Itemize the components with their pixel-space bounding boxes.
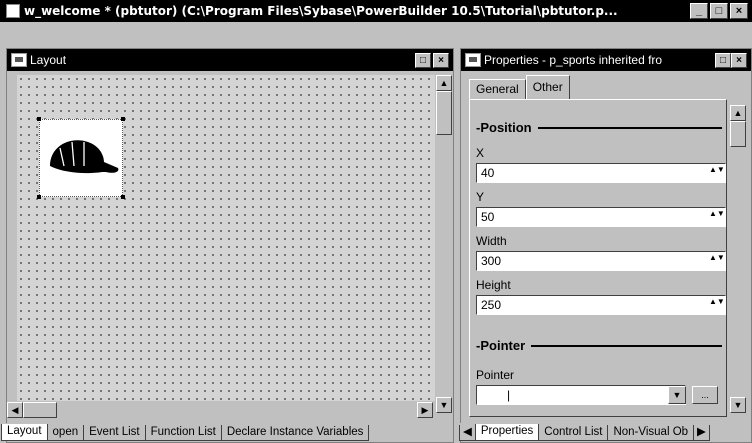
resize-handle-se[interactable] xyxy=(121,195,125,199)
pointer-combobox[interactable]: | xyxy=(476,385,686,405)
prop-scroll-down-button[interactable]: ▼ xyxy=(730,397,746,413)
width-spinner[interactable]: ▲▼ xyxy=(709,254,725,268)
layout-pane: Layout □ × ▲ ▼ ◀ ▶ Layout open Event Lis… xyxy=(1,48,454,443)
maximize-button[interactable]: □ xyxy=(710,3,728,19)
width-label: Width xyxy=(476,234,507,248)
x-spinner[interactable]: ▲▼ xyxy=(709,166,725,180)
layout-canvas[interactable] xyxy=(17,75,435,413)
layout-pane-header[interactable]: Layout □ × xyxy=(7,49,453,71)
window-titlebar[interactable]: w_welcome * (pbtutor) (C:\Program Files\… xyxy=(0,0,752,22)
y-value: 50 xyxy=(481,210,495,224)
height-value: 250 xyxy=(481,298,502,312)
scroll-down-button[interactable]: ▼ xyxy=(436,397,452,413)
close-button[interactable]: × xyxy=(730,3,748,19)
properties-maximize-button[interactable]: □ xyxy=(715,52,731,68)
tab-open[interactable]: open xyxy=(46,425,85,441)
tab-general[interactable]: General xyxy=(469,79,526,99)
y-spinner[interactable]: ▲▼ xyxy=(709,210,725,224)
pointer-label: Pointer xyxy=(476,368,515,382)
properties-body: - Position X 40 ▲▼ Y 50 ▲▼ Width 300 ▲▼ … xyxy=(469,99,727,417)
x-field[interactable]: 40 ▲▼ xyxy=(476,163,726,183)
layout-pane-title: Layout xyxy=(30,53,67,67)
window-icon xyxy=(6,4,20,18)
tab-declare-instance-variables[interactable]: Declare Instance Variables xyxy=(220,425,370,441)
properties-close-button[interactable]: × xyxy=(731,52,747,68)
tab-function-list[interactable]: Function List xyxy=(144,425,222,441)
scroll-left-button[interactable]: ◀ xyxy=(7,402,23,418)
properties-pane-title: Properties - p_sports inherited fro xyxy=(484,53,663,67)
layout-vertical-scrollbar[interactable]: ▲ ▼ xyxy=(435,75,453,413)
baseball-cap-icon xyxy=(50,140,119,174)
properties-vertical-scrollbar[interactable]: ▲ ▼ xyxy=(729,105,747,417)
tab-non-visual-objects[interactable]: Non-Visual Ob xyxy=(607,425,695,441)
tab-other[interactable]: Other xyxy=(525,75,570,99)
tab-control-list[interactable]: Control List xyxy=(538,425,609,441)
y-label: Y xyxy=(476,190,485,204)
resize-handle-ne[interactable] xyxy=(121,117,125,121)
layout-bottom-tabs: Layout open Event List Function List Dec… xyxy=(1,423,370,441)
layout-pane-icon xyxy=(11,53,27,67)
y-field[interactable]: 50 ▲▼ xyxy=(476,207,726,227)
height-spinner[interactable]: ▲▼ xyxy=(709,298,725,312)
picture-control[interactable] xyxy=(39,119,123,197)
properties-pane-icon xyxy=(465,53,481,67)
width-field[interactable]: 300 ▲▼ xyxy=(476,251,726,271)
pointer-browse-button[interactable]: ... xyxy=(692,386,718,404)
minimize-button[interactable]: _ xyxy=(690,3,708,19)
properties-tabs: General Other xyxy=(469,75,570,99)
scroll-up-button[interactable]: ▲ xyxy=(436,75,452,91)
section-divider xyxy=(531,344,722,347)
scroll-thumb[interactable] xyxy=(436,91,452,135)
width-value: 300 xyxy=(481,254,502,268)
layout-maximize-button[interactable]: □ xyxy=(415,52,431,68)
window-title: w_welcome * (pbtutor) (C:\Program Files\… xyxy=(24,4,618,18)
resize-handle-sw[interactable] xyxy=(37,195,41,199)
height-field[interactable]: 250 ▲▼ xyxy=(476,295,726,315)
pointer-dropdown-arrow[interactable]: ▼ xyxy=(668,386,686,404)
tab-scroll-left-icon[interactable]: ◀ xyxy=(459,425,476,441)
tab-layout[interactable]: Layout xyxy=(1,424,48,441)
section-position[interactable]: - Position xyxy=(476,120,722,135)
layout-horizontal-scrollbar[interactable]: ◀ ▶ xyxy=(7,401,435,419)
properties-bottom-tabs: ◀ Properties Control List Non-Visual Ob … xyxy=(459,423,710,441)
x-label: X xyxy=(476,146,485,160)
prop-scroll-thumb[interactable] xyxy=(730,121,746,147)
toolbar-strip xyxy=(0,22,752,46)
tab-properties[interactable]: Properties xyxy=(474,424,540,441)
properties-pane-header[interactable]: Properties - p_sports inherited fro □ × xyxy=(461,49,751,71)
height-label: Height xyxy=(476,278,511,292)
hscroll-thumb[interactable] xyxy=(23,402,57,418)
resize-handle-nw[interactable] xyxy=(37,117,41,121)
scroll-right-button[interactable]: ▶ xyxy=(417,402,433,418)
section-pointer[interactable]: - Pointer xyxy=(476,338,722,353)
properties-pane: Properties - p_sports inherited fro □ × … xyxy=(459,48,752,443)
tab-scroll-right-icon[interactable]: ▶ xyxy=(693,425,710,441)
section-position-label: Position xyxy=(480,120,532,135)
x-value: 40 xyxy=(481,166,495,180)
prop-scroll-up-button[interactable]: ▲ xyxy=(730,105,746,121)
layout-close-button[interactable]: × xyxy=(433,52,449,68)
tab-event-list[interactable]: Event List xyxy=(83,425,146,441)
section-divider xyxy=(537,126,722,129)
pointer-value: | xyxy=(507,388,511,402)
section-pointer-label: Pointer xyxy=(480,338,526,353)
